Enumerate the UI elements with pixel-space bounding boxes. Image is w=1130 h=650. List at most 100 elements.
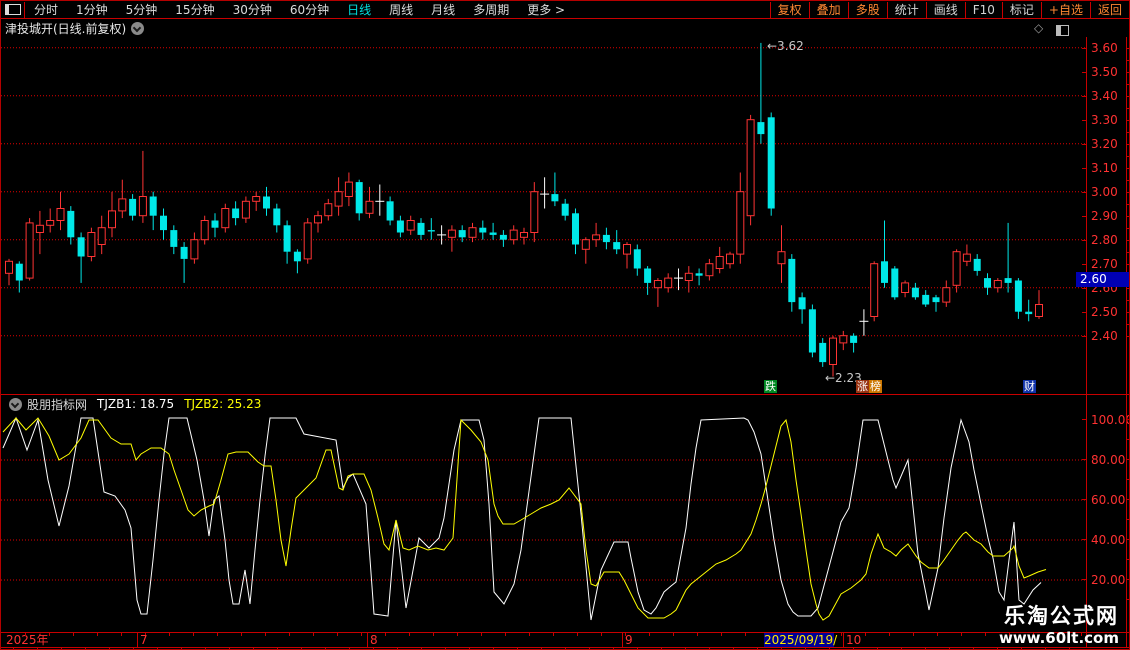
candle	[375, 184, 385, 216]
candle	[509, 225, 518, 245]
scale-tick	[1082, 579, 1086, 580]
price-label: 2.90	[1091, 208, 1118, 223]
candle	[344, 172, 353, 207]
toolbar-button[interactable]: 画线	[925, 1, 965, 18]
toolbar-button[interactable]: F10	[964, 1, 1002, 18]
period-tab[interactable]: 月线	[422, 2, 464, 18]
period-tab[interactable]: 更多 >	[518, 2, 574, 18]
scale-tick	[1127, 131, 1129, 133]
minor-tick	[841, 633, 842, 636]
scale-tick	[1082, 263, 1086, 265]
candle	[881, 220, 888, 288]
indicator-axis-label: 20.00	[1091, 573, 1126, 587]
candlestick-chart[interactable]: ←3.62←2.23	[1, 37, 1086, 394]
scale-tick	[1127, 251, 1129, 253]
scale-tick	[1082, 71, 1086, 73]
candle	[726, 251, 734, 269]
candle	[1014, 278, 1022, 319]
minor-tick	[313, 633, 314, 636]
scale-tick	[1082, 239, 1086, 241]
scale-tick	[1127, 203, 1129, 205]
candle	[808, 304, 816, 358]
candle	[962, 244, 971, 267]
period-tab[interactable]: 60分钟	[281, 2, 338, 18]
candle	[757, 42, 765, 144]
event-badge[interactable]: 财	[1023, 380, 1036, 393]
price-label: 2.40	[1091, 328, 1118, 343]
month-label[interactable]: 8	[370, 633, 378, 647]
candle	[160, 208, 167, 240]
toolbar-button[interactable]: 返回	[1089, 1, 1129, 18]
candle	[602, 227, 610, 250]
window-split-icon[interactable]	[1, 1, 25, 18]
candle	[1004, 222, 1012, 293]
month-label[interactable]: 7	[140, 633, 148, 647]
candlestick-panel: ←3.62 ←2.23 3.60 3.50 3.40 3.30 3.20 3.10 3.00 2…	[1, 37, 1129, 394]
month-label[interactable]: 10	[846, 633, 861, 647]
scale-tick	[1127, 559, 1129, 560]
candle	[952, 249, 961, 293]
scale-tick	[1127, 299, 1129, 301]
period-tab[interactable]: 15分钟	[166, 2, 223, 18]
toolbar-button[interactable]: 统计	[886, 1, 926, 18]
month-tick	[137, 633, 138, 647]
minor-tick	[721, 633, 722, 636]
minor-tick	[289, 633, 290, 636]
candle	[922, 290, 930, 307]
candle	[386, 196, 394, 226]
event-badge[interactable]: 涨	[856, 380, 869, 393]
toolbar-actions: 复权 叠加 多股 统计 画线 F10 标记 +自选 返回	[769, 1, 1129, 18]
collapse-icon[interactable]	[9, 397, 22, 411]
indicator-axis-label: 40.00	[1091, 533, 1126, 547]
event-badge[interactable]: 榜	[869, 380, 882, 393]
minor-tick	[457, 633, 458, 636]
period-tab[interactable]: 周线	[380, 2, 422, 18]
candle	[1025, 299, 1033, 322]
toolbar-button[interactable]: +自选	[1040, 1, 1090, 18]
candle	[572, 208, 579, 255]
current-price-tag: 2.60	[1076, 271, 1129, 287]
event-badge[interactable]: 跌	[764, 380, 777, 393]
candle	[314, 210, 322, 233]
period-tab[interactable]: 多周期	[464, 2, 518, 18]
candle	[911, 282, 919, 300]
year-label: 2025年	[6, 633, 49, 647]
indicator-line-TJZB2	[2, 417, 1047, 621]
toolbar-button[interactable]: 复权	[769, 1, 809, 18]
scale-tick	[1082, 459, 1086, 460]
trading-app-window: 分时 1分钟 5分钟 15分钟 30分钟 60分钟 日线 周线 月线 多周期 更多 > 复权 叠加 多股…	[0, 0, 1130, 650]
price-label: 2.50	[1091, 304, 1118, 319]
diamond-icon[interactable]: ◇	[1034, 22, 1043, 34]
toolbar-button[interactable]: 叠加	[808, 1, 848, 18]
price-label: 3.50	[1091, 64, 1118, 79]
panel-layout-icon[interactable]	[1056, 25, 1069, 36]
candle	[623, 242, 631, 269]
toolbar-button[interactable]: 标记	[1001, 1, 1041, 18]
candle	[46, 208, 55, 233]
date-axis[interactable]: 2025年 7 8 9 10 2025/09/19/五	[1, 632, 1129, 649]
candle	[334, 177, 343, 216]
candle	[561, 198, 569, 221]
chevron-down-icon[interactable]	[131, 21, 145, 35]
scale-tick	[1127, 83, 1129, 85]
period-tab[interactable]: 1分钟	[67, 2, 117, 18]
candle	[644, 266, 652, 295]
minor-tick	[553, 633, 554, 636]
oscillator-chart[interactable]	[1, 414, 1086, 633]
candle	[303, 218, 312, 264]
scale-tick	[1082, 167, 1086, 169]
minor-tick	[913, 633, 914, 636]
period-tab[interactable]: 5分钟	[117, 2, 167, 18]
period-tab[interactable]: 30分钟	[224, 2, 281, 18]
minor-tick	[49, 633, 50, 636]
scroll-strip-line[interactable]	[1126, 37, 1127, 648]
indicator-source: 股朋指标网	[27, 397, 88, 412]
month-label[interactable]: 9	[625, 633, 633, 647]
period-tab[interactable]: 日线	[338, 2, 380, 18]
toolbar-button[interactable]: 多股	[847, 1, 887, 18]
candle	[180, 242, 188, 283]
candle	[437, 225, 447, 245]
period-tab[interactable]: 分时	[25, 2, 67, 18]
candle	[293, 249, 301, 274]
candle	[695, 268, 703, 286]
